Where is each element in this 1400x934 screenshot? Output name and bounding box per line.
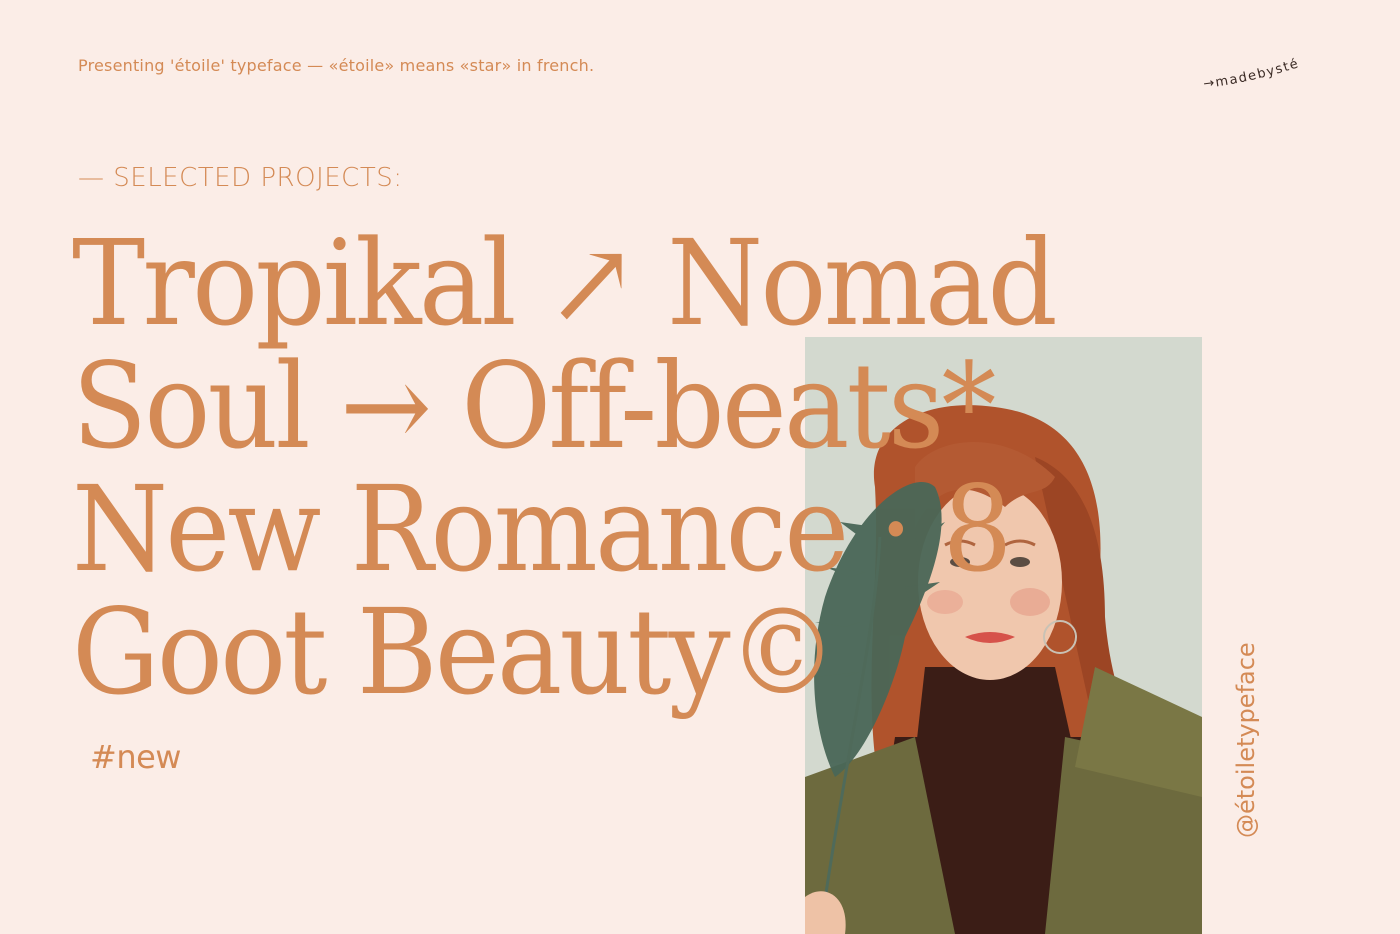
headline-line-2: Soul → Off-beats* [72, 337, 996, 475]
brand-arc-text: →madebysté [1203, 56, 1302, 92]
headline-line-3: New Romance · 8 [72, 460, 1012, 598]
hashtag: #new [90, 738, 181, 776]
headline: Tropikal ↗ Nomad Soul → Off-beats* New R… [72, 214, 1058, 721]
svg-text:→madebysté: →madebysté [1203, 56, 1302, 92]
brand-text: →madebysté [1203, 56, 1300, 92]
intro-text: Presenting 'étoile' typeface — «étoile» … [78, 56, 595, 75]
poster: Presenting 'étoile' typeface — «étoile» … [0, 0, 1400, 934]
social-handle: @étoiletypeface [1232, 642, 1260, 838]
brand-logo: →madebysté [1196, 54, 1326, 104]
headline-line-1: Tropikal ↗ Nomad [72, 214, 1058, 352]
section-label: — SELECTED PROJECTS: [78, 163, 403, 193]
headline-line-4: Goot Beauty© [72, 583, 838, 721]
